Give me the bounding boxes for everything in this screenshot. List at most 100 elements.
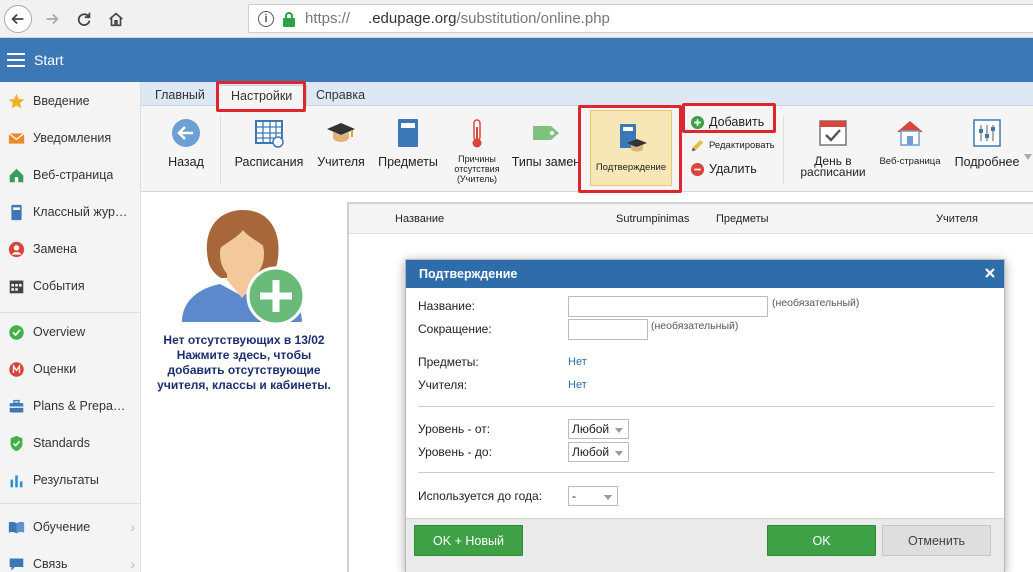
dialog-header: Подтверждение: [406, 260, 1004, 288]
more-caret-icon[interactable]: [1024, 154, 1032, 160]
replacement-types-button[interactable]: Типы замен: [511, 106, 581, 192]
no-absent-message[interactable]: Нет отсутствующих в 13/02 Нажмите здесь,…: [149, 333, 339, 393]
check-circle-icon: [7, 323, 25, 341]
pencil-icon: [689, 137, 705, 153]
chevron-right-icon: ›: [130, 519, 135, 535]
add-button[interactable]: Добавить: [689, 114, 764, 130]
dialog-divider: [418, 472, 994, 473]
address-bar[interactable]: i https:// .edupage.org /substitution/on…: [248, 4, 1033, 33]
calendar-icon: [7, 277, 25, 295]
sidebar-item-label: Введение: [33, 94, 90, 108]
open-book-icon: [7, 518, 25, 536]
close-icon[interactable]: [984, 267, 996, 279]
info-icon[interactable]: i: [258, 10, 274, 27]
sidebar-item-grades[interactable]: Оценки: [0, 352, 141, 386]
menu-icon[interactable]: [7, 53, 25, 67]
confirmation-button[interactable]: Подтверждение: [590, 110, 672, 186]
back-arrow-icon[interactable]: [4, 5, 32, 33]
cancel-button[interactable]: Отменить: [882, 525, 991, 556]
tab-settings[interactable]: Настройки: [216, 85, 308, 106]
sidebar-item-substitution[interactable]: Замена: [0, 232, 141, 266]
level-to-select[interactable]: Любой: [568, 442, 629, 462]
subjects-label: Предметы:: [418, 355, 479, 369]
forward-arrow-icon[interactable]: [38, 5, 66, 33]
teachers-button[interactable]: Учителя: [313, 106, 369, 192]
back-button[interactable]: Назад: [163, 106, 209, 192]
absence-reasons-button[interactable]: Причины отсутствия (Учитель): [449, 106, 505, 192]
level-from-select[interactable]: Любой: [568, 419, 629, 439]
briefcase-icon: [7, 397, 25, 415]
sidebar-item-plans[interactable]: Plans & Prepa…: [0, 389, 141, 423]
table-header: Название Sutrumpinimas Предметы Учителя: [349, 204, 1033, 234]
sidebar-item-label: Обучение: [33, 520, 91, 534]
sidebar-item-label: Standards: [33, 436, 90, 450]
sidebar-item-overview[interactable]: Overview: [0, 315, 141, 349]
sliders-icon: [970, 116, 1004, 150]
teachers-link[interactable]: Нет: [568, 379, 587, 391]
subjects-button[interactable]: Предметы: [375, 106, 441, 192]
chat-icon: [7, 555, 25, 572]
abbreviation-input[interactable]: [568, 319, 648, 340]
level-to-label: Уровень - до:: [418, 445, 492, 459]
url-path: /substitution/online.php: [456, 10, 610, 27]
tab-help[interactable]: Справка: [302, 85, 379, 106]
ok-button[interactable]: OK: [767, 525, 876, 556]
column-header-teachers[interactable]: Учителя: [936, 213, 978, 225]
sidebar-item-notifications[interactable]: Уведомления: [0, 121, 141, 155]
thermometer-icon: [460, 116, 494, 150]
teacher-add-icon[interactable]: [181, 204, 311, 326]
chevron-down-icon: [615, 451, 623, 456]
edit-button[interactable]: Редактировать: [689, 137, 775, 153]
person-icon: [7, 240, 25, 258]
browser-toolbar: i https:// .edupage.org /substitution/on…: [0, 0, 1033, 38]
envelope-icon: [7, 129, 25, 147]
calendar-check-icon: [816, 116, 850, 150]
sidebar-item-label: Overview: [33, 325, 86, 339]
home-icon[interactable]: [102, 5, 130, 33]
house-icon: [893, 116, 927, 150]
name-label: Название:: [418, 299, 475, 313]
ok-new-button[interactable]: OK + Новый: [414, 525, 523, 556]
level-from-label: Уровень - от:: [418, 422, 491, 436]
reload-icon[interactable]: [70, 5, 98, 33]
column-header-name[interactable]: Название: [395, 213, 444, 225]
web-page-button[interactable]: Веб-страница: [877, 106, 943, 192]
minus-circle-icon: [689, 161, 705, 177]
absences-panel[interactable]: Нет отсутствующих в 13/02 Нажмите здесь,…: [141, 192, 347, 572]
delete-button[interactable]: Удалить: [689, 161, 757, 177]
sidebar-item-intro[interactable]: Введение: [0, 84, 141, 118]
grade-icon: [7, 360, 25, 378]
shield-check-icon: [7, 434, 25, 452]
sidebar-item-standards[interactable]: Standards: [0, 426, 141, 460]
tab-main[interactable]: Главный: [141, 85, 219, 106]
app-title[interactable]: Start: [34, 52, 64, 68]
day-in-schedule-button[interactable]: День в расписании: [795, 106, 871, 192]
bar-chart-icon: [7, 471, 25, 489]
book-icon: [7, 203, 25, 221]
book-cap-icon: [614, 121, 648, 155]
subjects-link[interactable]: Нет: [568, 356, 587, 368]
abbreviation-hint: (необязательный): [651, 320, 739, 332]
column-header-abbreviation[interactable]: Sutrumpinimas: [616, 213, 689, 225]
graduation-cap-icon: [324, 116, 358, 150]
column-header-subjects[interactable]: Предметы: [716, 213, 769, 225]
sidebar-item-label: Уведомления: [33, 131, 112, 145]
used-until-select[interactable]: -: [568, 486, 618, 506]
used-until-label: Используется до года:: [418, 489, 543, 503]
sidebar-item-class-journal[interactable]: Классный жур…: [0, 195, 141, 229]
sidebar-item-results[interactable]: Результаты: [0, 463, 141, 497]
sidebar-item-events[interactable]: События: [0, 269, 141, 303]
confirmation-content: Подтверждение: [591, 111, 671, 185]
sidebar-item-website[interactable]: Веб-страница: [0, 158, 141, 192]
sidebar-item-learning[interactable]: Обучение ›: [0, 510, 141, 544]
timetable-icon: [252, 116, 286, 150]
book-icon: [391, 116, 425, 150]
schedules-button[interactable]: Расписания: [231, 106, 307, 192]
dialog-divider: [418, 406, 994, 407]
ribbon: Назад Расписания Учителя Предметы Причин…: [141, 106, 1033, 192]
more-button[interactable]: Подробнее: [949, 106, 1025, 192]
name-input[interactable]: [568, 296, 768, 317]
dialog-title: Подтверждение: [419, 267, 518, 281]
sidebar-item-communication[interactable]: Связь ›: [0, 547, 141, 572]
sidebar-item-label: Связь: [33, 557, 68, 571]
